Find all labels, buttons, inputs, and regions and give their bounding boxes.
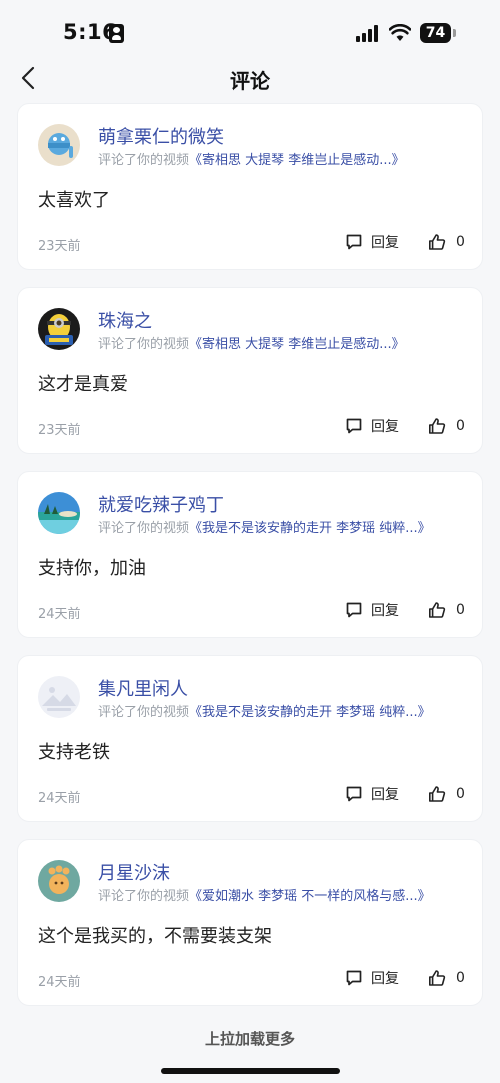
comment-list: 萌拿栗仁的微笑 评论了你的视频《寄相思 大提琴 李维岂止是感动...》 太喜欢了…: [17, 103, 483, 1023]
activity-line: 评论了你的视频《我是不是该安静的走开 李梦瑶 纯粹...》: [98, 517, 431, 536]
timestamp: 24天前: [38, 791, 81, 806]
comment-bubble-icon: [346, 786, 362, 802]
activity-prefix: 评论了你的视频: [98, 889, 190, 904]
user-name[interactable]: 月星沙沫: [98, 859, 170, 885]
timestamp: 24天前: [38, 975, 81, 990]
user-name[interactable]: 就爱吃辣子鸡丁: [98, 491, 224, 517]
avatar-image: [38, 308, 80, 350]
video-link[interactable]: 《我是不是该安静的走开 李梦瑶 纯粹...》: [189, 705, 431, 720]
video-link[interactable]: 《寄相思 大提琴 李维岂止是感动...》: [189, 153, 405, 168]
avatar-image: [38, 124, 80, 166]
avatar[interactable]: [38, 492, 80, 534]
cellular-signal-icon: [356, 25, 380, 42]
reply-label: 回复: [371, 971, 399, 987]
reply-button[interactable]: 回复: [345, 783, 399, 805]
reply-button[interactable]: 回复: [345, 415, 399, 437]
activity-line: 评论了你的视频《我是不是该安静的走开 李梦瑶 纯粹...》: [98, 701, 431, 720]
activity-prefix: 评论了你的视频: [98, 337, 190, 352]
comment-bubble-icon: [346, 234, 362, 250]
thumbs-up-icon: [429, 970, 446, 986]
wifi-icon: [389, 24, 411, 41]
like-count: 0: [456, 418, 465, 434]
comment-text: 支持你，加油: [38, 558, 146, 579]
load-more-hint: 上拉加载更多: [204, 1030, 295, 1048]
thumbs-up-icon: [429, 418, 446, 434]
avatar-image: [38, 676, 80, 718]
user-name[interactable]: 集凡里闲人: [98, 675, 188, 701]
like-count: 0: [456, 786, 465, 802]
comment-text: 太喜欢了: [38, 190, 110, 211]
activity-prefix: 评论了你的视频: [98, 153, 190, 168]
avatar-image: [38, 492, 80, 534]
activity-prefix: 评论了你的视频: [98, 705, 190, 720]
avatar[interactable]: [38, 676, 80, 718]
screen: 5:16 74 评论 萌拿栗仁的微笑 评论了你的视频《寄相思 大提琴 李维岂止是…: [0, 0, 500, 1083]
reply-label: 回复: [371, 787, 399, 803]
reply-button[interactable]: 回复: [345, 231, 399, 253]
battery-cap: [453, 29, 456, 37]
thumbs-up-icon: [429, 234, 446, 250]
reply-label: 回复: [371, 419, 399, 435]
avatar-image: [38, 860, 80, 902]
activity-prefix: 评论了你的视频: [98, 521, 190, 536]
like-count: 0: [456, 234, 465, 250]
like-button[interactable]: 0: [428, 231, 465, 253]
avatar[interactable]: [38, 860, 80, 902]
timestamp: 23天前: [38, 239, 81, 254]
person-badge-icon: [109, 24, 124, 43]
comment-bubble-icon: [346, 970, 362, 986]
thumbs-up-icon: [429, 602, 446, 618]
nav-bar: 评论: [0, 58, 500, 100]
avatar[interactable]: [38, 124, 80, 166]
avatar[interactable]: [38, 308, 80, 350]
reply-label: 回复: [371, 603, 399, 619]
comment-text: 支持老铁: [38, 742, 110, 763]
video-link[interactable]: 《我是不是该安静的走开 李梦瑶 纯粹...》: [189, 521, 431, 536]
battery-icon: 74: [420, 23, 451, 43]
like-button[interactable]: 0: [428, 415, 465, 437]
activity-line: 评论了你的视频《寄相思 大提琴 李维岂止是感动...》: [98, 149, 405, 168]
comment-bubble-icon: [346, 418, 362, 434]
comment-bubble-icon: [346, 602, 362, 618]
reply-button[interactable]: 回复: [345, 599, 399, 621]
activity-line: 评论了你的视频《寄相思 大提琴 李维岂止是感动...》: [98, 333, 405, 352]
comment-card: 月星沙沫 评论了你的视频《爱如潮水 李梦瑶 不一样的风格与感...》 这个是我买…: [17, 839, 483, 1006]
timestamp: 24天前: [38, 607, 81, 622]
reply-label: 回复: [371, 235, 399, 251]
video-link[interactable]: 《寄相思 大提琴 李维岂止是感动...》: [189, 337, 405, 352]
home-indicator[interactable]: [161, 1068, 340, 1074]
comment-text: 这才是真爱: [38, 374, 128, 395]
comment-card: 萌拿栗仁的微笑 评论了你的视频《寄相思 大提琴 李维岂止是感动...》 太喜欢了…: [17, 103, 483, 270]
video-link[interactable]: 《爱如潮水 李梦瑶 不一样的风格与感...》: [189, 889, 431, 904]
comment-card: 就爱吃辣子鸡丁 评论了你的视频《我是不是该安静的走开 李梦瑶 纯粹...》 支持…: [17, 471, 483, 638]
timestamp: 23天前: [38, 423, 81, 438]
comment-card: 集凡里闲人 评论了你的视频《我是不是该安静的走开 李梦瑶 纯粹...》 支持老铁…: [17, 655, 483, 822]
activity-line: 评论了你的视频《爱如潮水 李梦瑶 不一样的风格与感...》: [98, 885, 431, 904]
thumbs-up-icon: [429, 786, 446, 802]
like-button[interactable]: 0: [428, 967, 465, 989]
comment-card: 珠海之 评论了你的视频《寄相思 大提琴 李维岂止是感动...》 这才是真爱 23…: [17, 287, 483, 454]
like-count: 0: [456, 970, 465, 986]
user-name[interactable]: 珠海之: [98, 307, 152, 333]
status-bar: 5:16 74: [0, 0, 500, 58]
like-button[interactable]: 0: [428, 783, 465, 805]
comment-text: 这个是我买的，不需要装支架: [38, 926, 272, 947]
reply-button[interactable]: 回复: [345, 967, 399, 989]
user-name[interactable]: 萌拿栗仁的微笑: [98, 123, 224, 149]
like-count: 0: [456, 602, 465, 618]
page-title: 评论: [230, 69, 270, 93]
like-button[interactable]: 0: [428, 599, 465, 621]
